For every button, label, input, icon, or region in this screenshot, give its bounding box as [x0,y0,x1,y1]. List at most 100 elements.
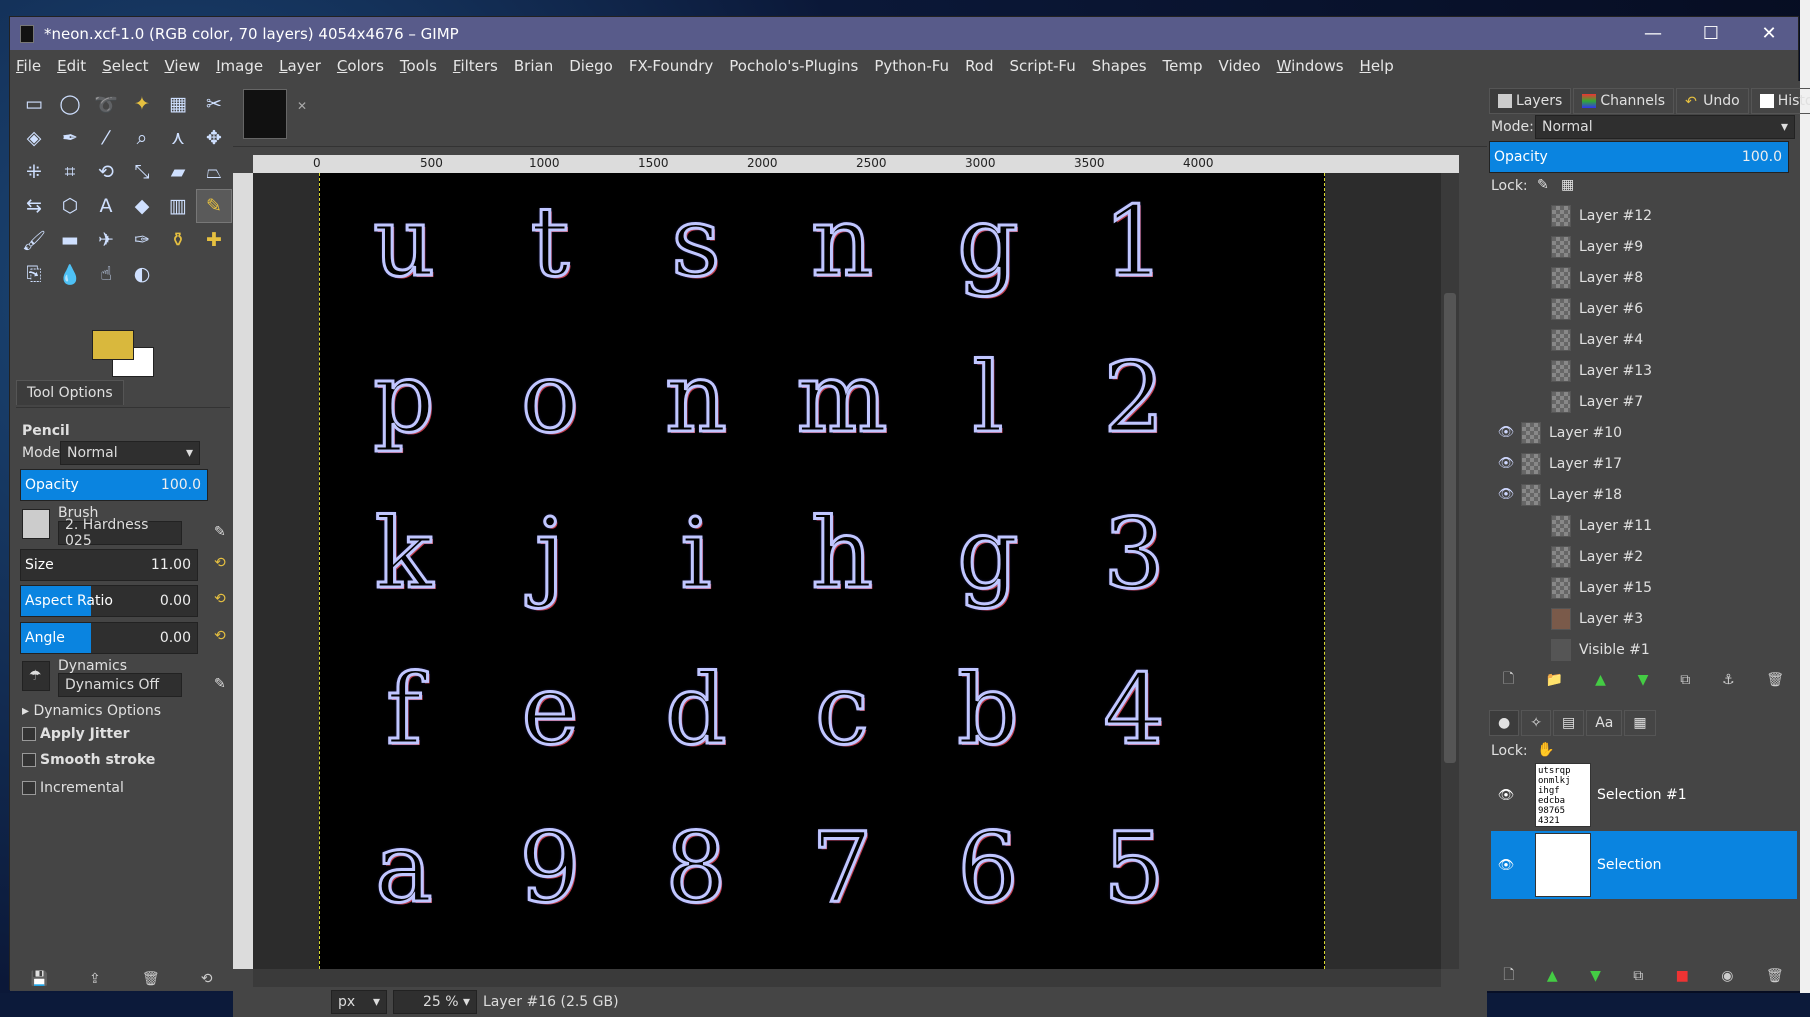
clone-icon[interactable]: ⚱ [160,223,196,257]
delete-options-icon[interactable]: 🗑 [142,971,160,987]
fuzzy-select-icon[interactable]: ✦ [124,87,160,121]
layer-row[interactable]: Layer #11 [1491,510,1797,541]
select-by-color-icon[interactable]: ▦ [160,87,196,121]
mode-select[interactable]: Normal ▾ [60,441,200,465]
tab-brushes[interactable]: ● [1489,710,1520,736]
duplicate-channel-icon[interactable]: ⧉ [1633,968,1643,984]
raise-channel-icon[interactable]: ▲ [1547,968,1558,984]
brush-preview-icon[interactable] [22,509,50,539]
restore-options-icon[interactable]: ⇪ [89,971,101,987]
reset-aspect-icon[interactable]: ⟲ [214,591,228,611]
perspective-clone-icon[interactable]: ⎘ [16,257,52,291]
lower-channel-icon[interactable]: ▼ [1590,968,1601,984]
foreground-color-swatch[interactable] [92,330,134,360]
layer-row[interactable]: Layer #2 [1491,541,1797,572]
eraser-icon[interactable]: ▬ [52,223,88,257]
flip-icon[interactable]: ⇆ [16,189,52,223]
foreground-select-icon[interactable]: ◈ [16,121,52,155]
heal-icon[interactable]: ✚ [196,223,232,257]
menu-filters[interactable]: Filters [453,57,498,75]
rect-select-icon[interactable]: ▭ [16,87,52,121]
bucket-fill-icon[interactable]: ◆ [124,189,160,223]
rotate-icon[interactable]: ⟲ [88,155,124,189]
menu-fx-foundry[interactable]: FX-Foundry [629,57,713,75]
tab-layers[interactable]: Layers [1489,88,1572,114]
aspect-ratio-slider[interactable]: Aspect Ratio 0.00 [20,585,198,617]
edit-brush-icon[interactable]: ✎ [214,524,228,544]
perspective-icon[interactable]: ⏢ [196,155,232,189]
alignment-icon[interactable]: ⁜ [16,155,52,189]
image-tab-thumbnail[interactable] [243,89,287,139]
dynamics-options-expander[interactable]: ▸ Dynamics Options [22,703,161,719]
incremental-checkbox[interactable]: Incremental [22,780,124,796]
layer-row[interactable]: Layer #3 [1491,603,1797,634]
scissors-icon[interactable]: ✂ [196,87,232,121]
eye-icon[interactable]: 👁 [1491,487,1521,502]
dodge-burn-icon[interactable]: ◐ [124,257,160,291]
layer-mode-select[interactable]: Normal ▾ [1535,115,1795,139]
menu-view[interactable]: View [164,57,200,75]
menu-temp[interactable]: Temp [1163,57,1203,75]
layer-row[interactable]: Layer #6 [1491,293,1797,324]
new-group-icon[interactable]: 📁 [1546,672,1563,688]
layer-row[interactable]: Layer #9 [1491,231,1797,262]
menu-python-fu[interactable]: Python-Fu [874,57,949,75]
eye-icon[interactable]: 👁 [1491,456,1521,471]
menu-windows[interactable]: Windows [1277,57,1344,75]
lock-pixels-icon[interactable]: ✎ [1537,177,1549,193]
anchor-layer-icon[interactable]: ⚓ [1722,672,1735,688]
image-canvas[interactable]: u t s n g 1 p o n m l 2 k j i h g 3 f e [319,173,1325,969]
close-button[interactable]: ✕ [1740,17,1798,50]
menu-edit[interactable]: Edit [57,57,86,75]
channel-to-selection-icon[interactable]: ■ [1676,968,1689,984]
menu-pocholos-plugins[interactable]: Pocholo's-Plugins [729,57,858,75]
blur-icon[interactable]: 💧 [52,257,88,291]
tab-palettes[interactable]: ▦ [1624,710,1656,736]
horizontal-ruler[interactable]: 0 500 1000 1500 2000 2500 3000 3500 4000 [253,155,1459,173]
menu-help[interactable]: Help [1360,57,1394,75]
fg-bg-colors[interactable] [92,330,156,378]
delete-layer-icon[interactable]: 🗑 [1766,672,1784,688]
unit-select[interactable]: px ▾ [331,990,387,1014]
dynamics-field[interactable]: Dynamics Off [58,673,182,697]
layer-row[interactable]: Layer #15 [1491,572,1797,603]
eye-icon[interactable]: 👁 [1491,788,1521,803]
channel-row[interactable]: 👁 utsrqp onmlkj ihgf edcba 98765 4321 Se… [1491,761,1797,829]
layer-row[interactable]: 👁 Layer #18 [1491,479,1797,510]
menu-shapes[interactable]: Shapes [1092,57,1147,75]
shear-icon[interactable]: ▰ [160,155,196,189]
tab-history[interactable]: History [1750,88,1810,114]
gradient-icon[interactable]: ▥ [160,189,196,223]
tab-undo[interactable]: ↶ Undo [1676,88,1749,114]
raise-layer-icon[interactable]: ▲ [1595,672,1606,688]
apply-jitter-checkbox[interactable]: Apply Jitter [22,726,129,742]
layer-row[interactable]: Layer #13 [1491,355,1797,386]
menu-video[interactable]: Video [1219,57,1261,75]
vertical-scrollbar[interactable] [1441,173,1459,969]
free-select-icon[interactable]: ➰ [88,87,124,121]
tab-fonts[interactable]: Aa [1586,710,1623,736]
canvas-viewport[interactable]: u t s n g 1 p o n m l 2 k j i h g 3 f e [253,173,1441,969]
menu-diego[interactable]: Diego [569,57,613,75]
tab-gradients[interactable]: ▤ [1552,710,1585,736]
lock-position-icon[interactable]: ✋ [1537,742,1554,758]
eye-icon[interactable]: 👁 [1491,425,1521,440]
tab-channels[interactable]: Channels [1573,88,1675,114]
layer-row[interactable]: Layer #4 [1491,324,1797,355]
menu-brian[interactable]: Brian [514,57,553,75]
delete-channel-icon[interactable]: 🗑 [1766,968,1784,984]
layer-row[interactable]: 👁 Layer #17 [1491,448,1797,479]
selection-to-channel-icon[interactable]: ◉ [1721,968,1733,984]
brush-field[interactable]: 2. Hardness 025 [58,517,182,549]
duplicate-layer-icon[interactable]: ⧉ [1680,672,1690,688]
menu-colors[interactable]: Colors [337,57,384,75]
color-picker-icon[interactable]: ⁄ [88,121,124,155]
ellipse-select-icon[interactable]: ◯ [52,87,88,121]
reset-options-icon[interactable]: ⟲ [201,971,213,987]
reset-angle-icon[interactable]: ⟲ [214,628,228,648]
menu-tools[interactable]: Tools [400,57,437,75]
zoom-icon[interactable]: ⌕ [124,121,160,155]
menu-script-fu[interactable]: Script-Fu [1010,57,1076,75]
menu-select[interactable]: Select [102,57,148,75]
eye-icon[interactable]: 👁 [1491,858,1521,873]
